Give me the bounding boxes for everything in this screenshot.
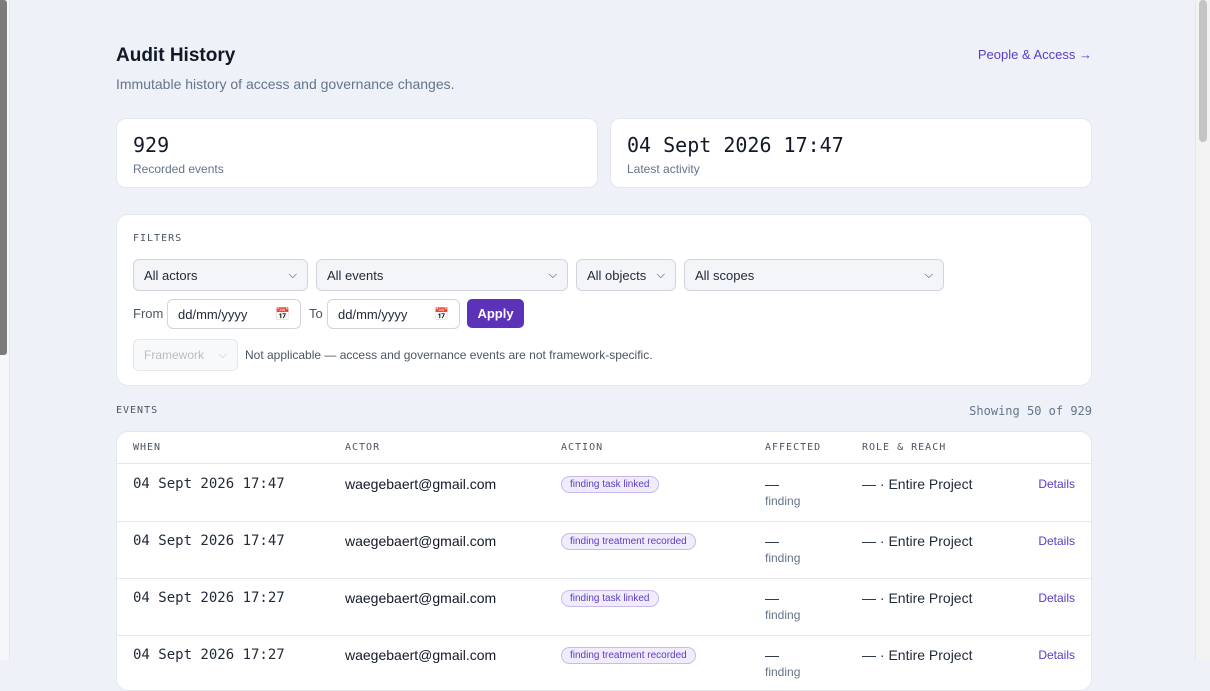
filters-panel: FILTERS All actors ⌵ All events ⌵ All ob…: [116, 214, 1092, 386]
stat-label: Latest activity: [627, 162, 700, 176]
details-link[interactable]: Details: [1038, 477, 1075, 491]
column-header-action: ACTION: [561, 442, 604, 453]
left-edge-strip: [0, 0, 10, 660]
vertical-scrollbar[interactable]: [1195, 0, 1210, 660]
stat-value: 929: [133, 133, 170, 157]
chevron-down-icon: ⌵: [288, 268, 297, 281]
action-badge: finding treatment recorded: [561, 647, 696, 664]
affected-type: finding: [765, 551, 801, 565]
table-row: 04 Sept 2026 17:27 waegebaert@gmail.com …: [117, 578, 1091, 636]
stat-card-events: 929 Recorded events: [116, 118, 598, 188]
calendar-icon[interactable]: 📅: [434, 307, 449, 321]
affected-type: finding: [765, 665, 801, 679]
chevron-down-icon: ⌵: [548, 268, 557, 281]
event-select[interactable]: All events ⌵: [316, 259, 568, 291]
event-select-value: All events: [327, 267, 384, 283]
column-header-actor: ACTOR: [345, 442, 381, 453]
scope-select-value: All scopes: [695, 267, 755, 283]
affected-value: —: [765, 476, 779, 492]
table-row: 04 Sept 2026 17:47 waegebaert@gmail.com …: [117, 521, 1091, 579]
chevron-down-icon: ⌵: [656, 268, 665, 281]
stat-value: 04 Sept 2026 17:47: [627, 133, 844, 157]
event-when: 04 Sept 2026 17:47: [133, 476, 285, 492]
object-select[interactable]: All objects ⌵: [576, 259, 676, 291]
events-caption: EVENTS: [116, 405, 159, 416]
affected-type: finding: [765, 608, 801, 622]
table-row: 04 Sept 2026 17:27 waegebaert@gmail.com …: [117, 635, 1091, 690]
from-label: From: [133, 306, 164, 321]
framework-select-value: Framework: [144, 348, 205, 362]
chevron-down-icon: ⌵: [924, 268, 933, 281]
role-reach: — · Entire Project: [862, 590, 973, 606]
framework-note: Not applicable — access and governance e…: [245, 348, 653, 362]
showing-count: Showing 50 of 929: [969, 404, 1092, 418]
calendar-icon[interactable]: 📅: [275, 307, 290, 321]
stat-label: Recorded events: [133, 162, 224, 176]
affected-type: finding: [765, 494, 801, 508]
event-actor: waegebaert@gmail.com: [345, 590, 497, 606]
event-when: 04 Sept 2026 17:27: [133, 647, 285, 663]
event-actor: waegebaert@gmail.com: [345, 476, 497, 492]
to-date-placeholder: dd/mm/yyyy: [338, 306, 408, 322]
column-header-role-reach: ROLE & REACH: [862, 442, 947, 453]
affected-value: —: [765, 647, 779, 663]
stat-card-latest-activity: 04 Sept 2026 17:47 Latest activity: [610, 118, 1092, 188]
events-table: WHEN ACTOR ACTION AFFECTED ROLE & REACH …: [116, 431, 1092, 691]
filters-caption: FILTERS: [133, 233, 183, 244]
details-link[interactable]: Details: [1038, 534, 1075, 548]
chevron-down-icon: ⌵: [218, 348, 227, 361]
from-date-placeholder: dd/mm/yyyy: [178, 306, 248, 322]
page-title: Audit History: [116, 45, 236, 66]
apply-button[interactable]: Apply: [467, 299, 524, 328]
table-row: 04 Sept 2026 17:47 waegebaert@gmail.com …: [117, 464, 1091, 522]
framework-select: Framework ⌵: [133, 339, 238, 371]
event-actor: waegebaert@gmail.com: [345, 533, 497, 549]
action-badge: finding task linked: [561, 590, 659, 607]
affected-value: —: [765, 590, 779, 606]
role-reach: — · Entire Project: [862, 533, 973, 549]
affected-value: —: [765, 533, 779, 549]
to-date-input[interactable]: dd/mm/yyyy 📅: [327, 299, 460, 329]
scrollbar-thumb[interactable]: [1199, 0, 1207, 142]
event-actor: waegebaert@gmail.com: [345, 647, 497, 663]
role-reach: — · Entire Project: [862, 476, 973, 492]
action-badge: finding task linked: [561, 476, 659, 493]
column-header-when: WHEN: [133, 442, 162, 453]
event-when: 04 Sept 2026 17:47: [133, 533, 285, 549]
object-select-value: All objects: [587, 267, 647, 283]
people-access-link[interactable]: People & Access →: [978, 47, 1092, 62]
actor-select-value: All actors: [144, 267, 198, 283]
page-subtitle: Immutable history of access and governan…: [116, 76, 455, 92]
left-scroll-thumb[interactable]: [0, 0, 7, 355]
event-when: 04 Sept 2026 17:27: [133, 590, 285, 606]
column-header-affected: AFFECTED: [765, 442, 822, 453]
scope-select[interactable]: All scopes ⌵: [684, 259, 944, 291]
from-date-input[interactable]: dd/mm/yyyy 📅: [167, 299, 301, 329]
role-reach: — · Entire Project: [862, 647, 973, 663]
action-badge: finding treatment recorded: [561, 533, 696, 550]
to-label: To: [309, 306, 323, 321]
details-link[interactable]: Details: [1038, 591, 1075, 605]
actor-select[interactable]: All actors ⌵: [133, 259, 308, 291]
